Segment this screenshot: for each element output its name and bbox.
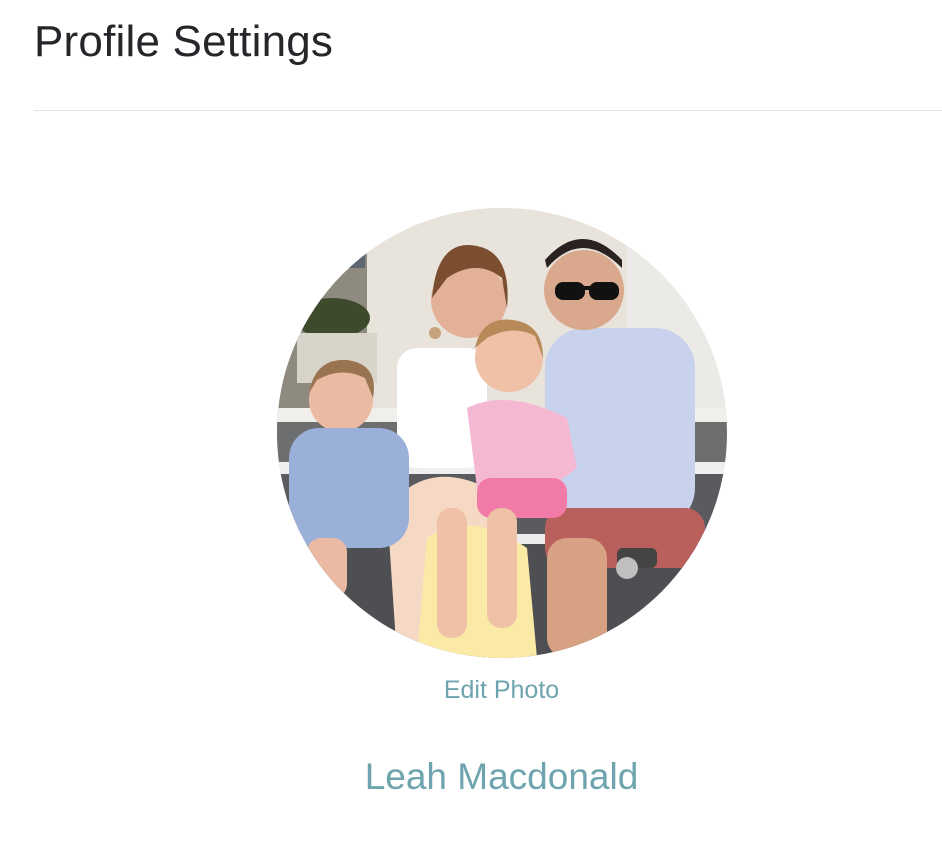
profile-name: Leah Macdonald [364,756,639,797]
page-title: Profile Settings [34,17,334,66]
header-divider [34,110,942,111]
edit-photo-link[interactable]: Edit Photo [0,674,942,706]
profile-photo[interactable] [277,208,727,658]
